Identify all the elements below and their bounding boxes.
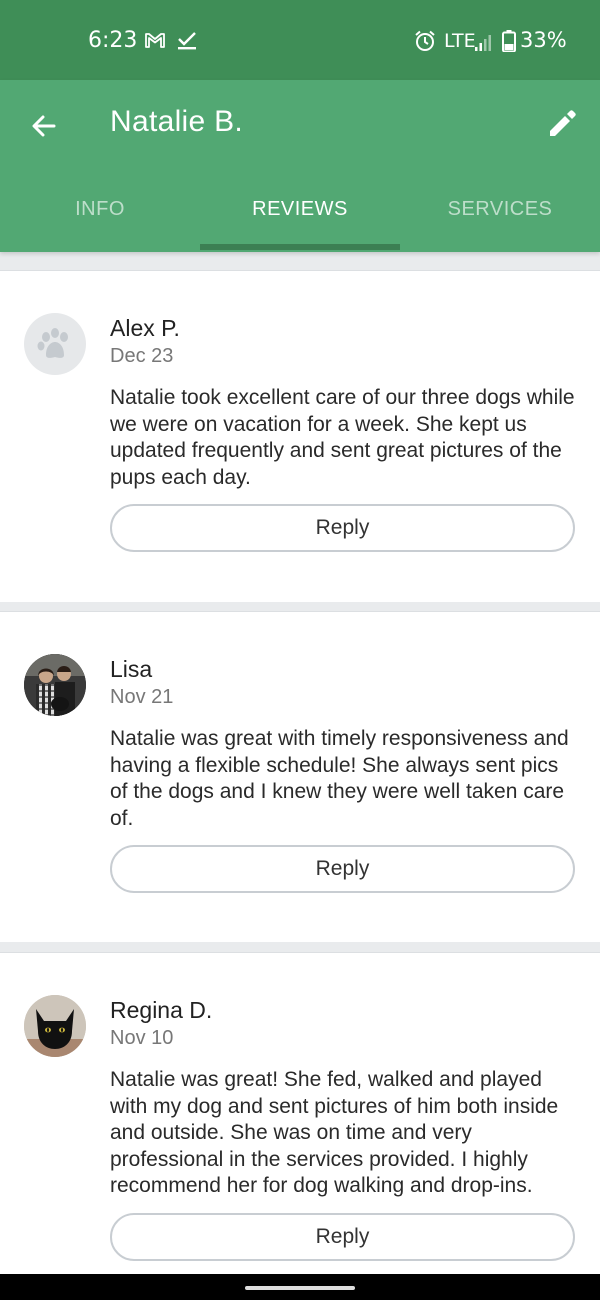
status-bar: 6:23 LTE 33% [0, 0, 600, 80]
review-card: Regina D. Nov 10 Natalie was great! She … [0, 952, 600, 1282]
avatar [24, 313, 86, 375]
alarm-icon [415, 30, 435, 51]
review-card: Lisa Nov 21 Natalie was great with timel… [0, 611, 600, 942]
task-done-icon [178, 32, 196, 50]
gmail-icon [145, 33, 165, 48]
status-time: 6:23 [88, 28, 138, 53]
cat-photo-icon [24, 995, 86, 1057]
review-card: Alex P. Dec 23 Natalie took excellent ca… [0, 270, 600, 602]
home-gesture-handle[interactable] [245, 1286, 355, 1290]
tab-services[interactable]: SERVICES [400, 190, 600, 252]
edit-button[interactable] [540, 102, 584, 146]
tab-reviews[interactable]: REVIEWS [200, 190, 400, 252]
battery-icon [502, 30, 516, 52]
reviewer-name: Alex P. [110, 315, 180, 341]
reviewer-name: Lisa [110, 656, 153, 682]
system-nav-bar [0, 1274, 600, 1300]
review-date: Nov 21 [110, 686, 174, 708]
arrow-back-icon [32, 115, 56, 137]
signal-icon [475, 35, 491, 51]
reply-button[interactable]: Reply [110, 1213, 575, 1261]
reply-button[interactable]: Reply [110, 504, 575, 552]
screen: 6:23 LTE 33% Natalie B. INFO REVIEWS SER… [0, 0, 600, 1300]
avatar [24, 654, 86, 716]
reply-button[interactable]: Reply [110, 845, 575, 893]
paw-icon [37, 328, 68, 358]
back-button[interactable] [24, 106, 64, 146]
app-bar: Natalie B. INFO REVIEWS SERVICES [0, 80, 600, 252]
pencil-icon [550, 110, 576, 136]
review-text: Natalie was great with timely responsive… [110, 727, 569, 830]
tab-bar: INFO REVIEWS SERVICES [0, 190, 600, 252]
review-date: Dec 23 [110, 345, 174, 367]
avatar [24, 995, 86, 1057]
review-date: Nov 10 [110, 1027, 174, 1049]
tab-indicator [200, 244, 400, 250]
review-text: Natalie took excellent care of our three… [110, 386, 575, 489]
review-text: Natalie was great! She fed, walked and p… [110, 1068, 559, 1197]
page-title: Natalie B. [110, 105, 244, 138]
reviewer-name: Regina D. [110, 997, 213, 1023]
tab-info[interactable]: INFO [0, 190, 200, 252]
network-type: LTE [444, 30, 476, 52]
battery-percent: 33% [520, 28, 567, 52]
profile-photo-icon [24, 654, 86, 716]
